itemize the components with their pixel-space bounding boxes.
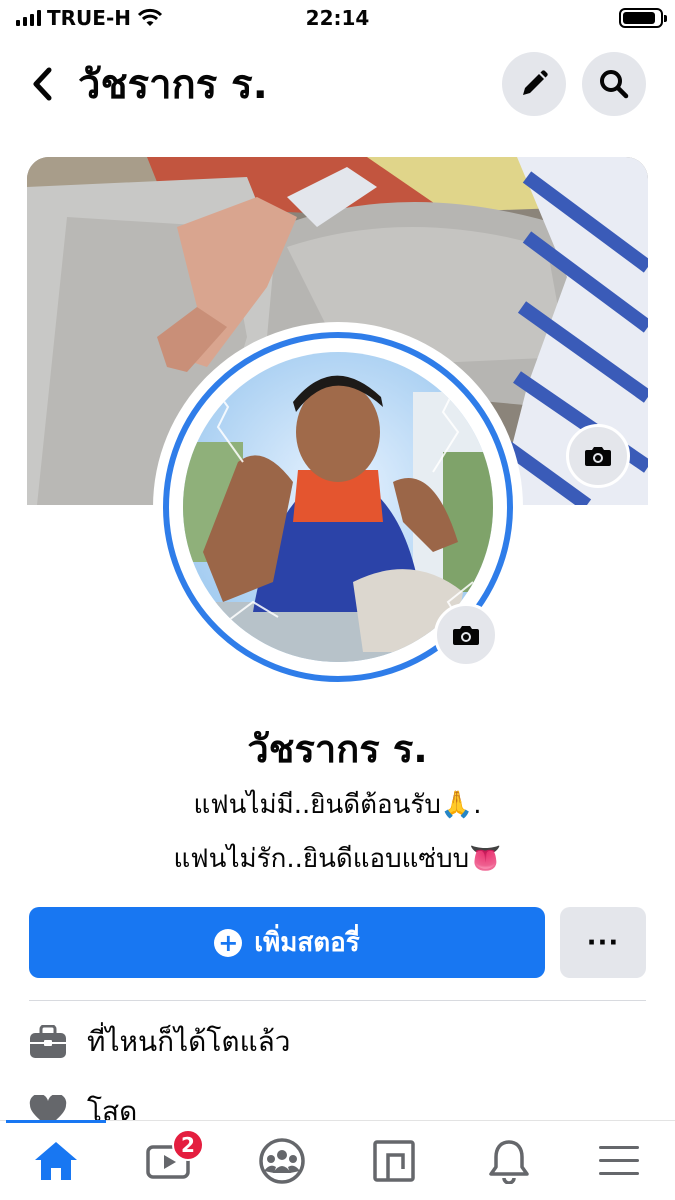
menu-icon	[599, 1146, 639, 1175]
groups-icon	[259, 1138, 305, 1184]
watch-notification-badge: 2	[172, 1129, 204, 1161]
plus-circle-icon: +	[214, 928, 243, 957]
tab-marketplace[interactable]	[366, 1133, 422, 1189]
divider	[29, 1000, 646, 1001]
back-button[interactable]	[22, 62, 62, 106]
active-tab-indicator	[6, 1120, 106, 1123]
pencil-icon	[523, 70, 548, 95]
add-story-label: เพิ่มสตอรี่	[254, 928, 360, 958]
edit-cover-photo-button[interactable]	[566, 424, 630, 488]
profile-header: วัชรากร ร.	[0, 48, 675, 124]
briefcase-icon	[30, 1025, 66, 1058]
profile-name: วัชรากร ร.	[247, 727, 428, 771]
info-workplace: ที่ไหนก็ได้โตแล้ว	[29, 1020, 291, 1064]
search-button[interactable]	[582, 52, 646, 116]
workplace-text: ที่ไหนก็ได้โตแล้ว	[87, 1025, 291, 1058]
bottom-tab-bar: 2	[0, 1120, 675, 1200]
edit-profile-button[interactable]	[502, 52, 566, 116]
add-story-button[interactable]: + เพิ่มสตอรี่	[29, 907, 545, 978]
status-time: 22:14	[305, 6, 370, 30]
chevron-left-icon	[33, 67, 52, 101]
tab-home[interactable]	[28, 1133, 84, 1189]
page-title: วัชรากร ร.	[78, 62, 268, 108]
more-icon: ···	[586, 927, 620, 958]
more-options-button[interactable]: ···	[560, 907, 646, 978]
bell-icon	[489, 1140, 529, 1184]
battery-fill	[623, 12, 656, 24]
camera-icon	[453, 626, 479, 645]
status-bar: TRUE-H 22:14	[0, 0, 675, 36]
home-icon	[35, 1142, 77, 1180]
bio-line-2: แฟนไม่รัก..ยินดีแอบแซ่บบ👅	[173, 844, 502, 874]
search-icon	[600, 70, 629, 99]
bio-line-1: แฟนไม่มี..ยินดีต้อนรับ🙏.	[193, 790, 482, 820]
marketplace-icon	[373, 1140, 415, 1182]
battery-icon	[619, 8, 667, 28]
tab-notifications[interactable]	[481, 1133, 537, 1189]
tab-menu[interactable]	[591, 1133, 647, 1189]
tab-groups[interactable]	[254, 1133, 310, 1189]
edit-profile-picture-button[interactable]	[434, 603, 498, 667]
camera-icon	[585, 447, 611, 466]
